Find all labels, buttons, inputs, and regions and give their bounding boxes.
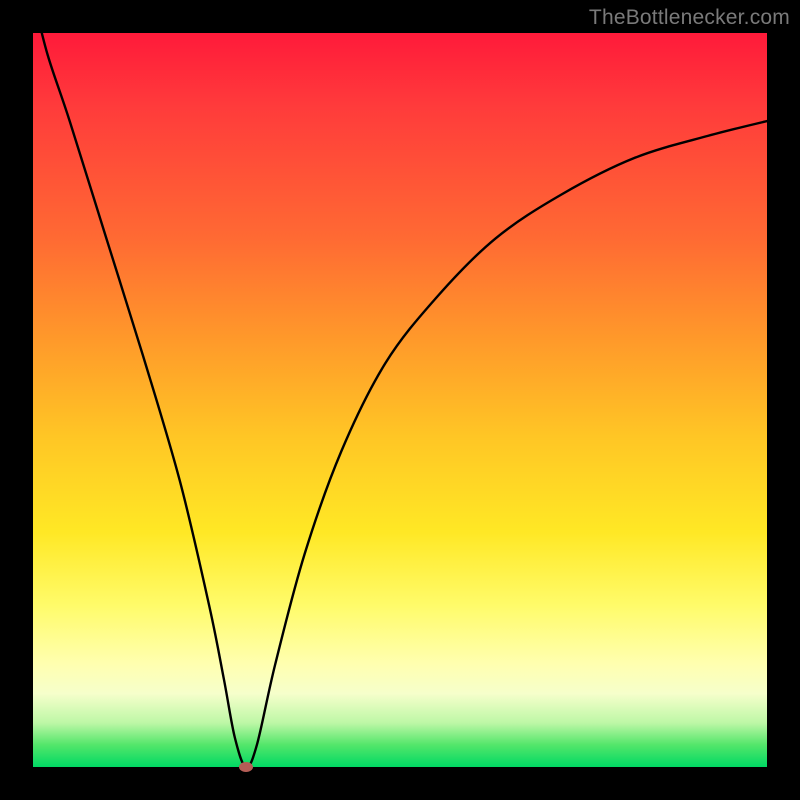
bottleneck-curve xyxy=(33,33,767,767)
minimum-marker xyxy=(239,762,253,772)
chart-frame: TheBottlenecker.com xyxy=(0,0,800,800)
plot-area xyxy=(33,33,767,767)
watermark-text: TheBottlenecker.com xyxy=(589,6,790,30)
